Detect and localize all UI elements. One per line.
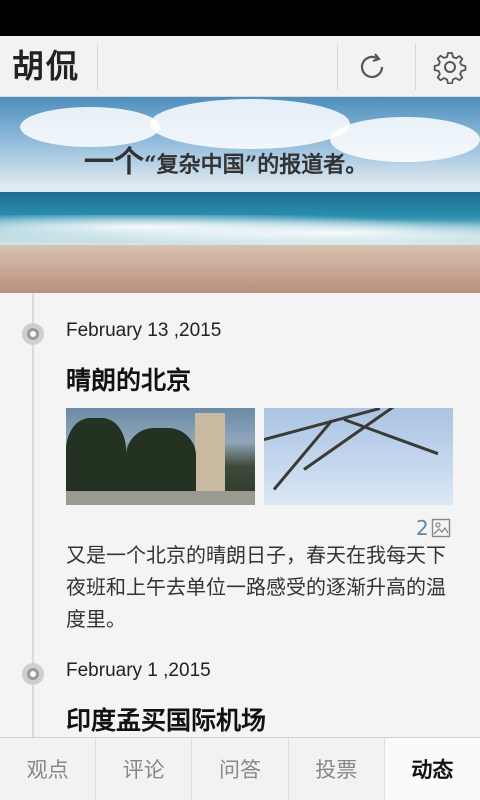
post-date: February 1 ,2015: [66, 660, 211, 681]
app-bar: 胡侃: [0, 36, 480, 97]
photo-tree: [126, 428, 196, 498]
tab-pinglun[interactable]: 评论: [96, 738, 193, 800]
photo-tree: [66, 418, 126, 498]
tab-wenda[interactable]: 问答: [192, 738, 289, 800]
banner-wave: [0, 215, 480, 245]
divider: [415, 44, 416, 90]
photo-building: [195, 413, 225, 493]
post-photo[interactable]: [264, 408, 453, 505]
timeline-feed[interactable]: February 13 ,2015 晴朗的北京 2 又是一个北京的晴朗日子，春天…: [0, 293, 480, 737]
photo-branch: [343, 418, 439, 456]
image-count-badge: 2: [416, 516, 451, 540]
banner-sand: [0, 245, 480, 293]
post-title[interactable]: 印度孟买国际机场: [66, 701, 266, 737]
divider: [337, 44, 338, 90]
image-icon: [431, 518, 450, 538]
post-date: February 13 ,2015: [66, 320, 222, 341]
banner-tagline: 一个“复杂中国”的报道者。: [84, 137, 367, 181]
tagline-rest: “复杂中国”的报道者。: [144, 152, 368, 178]
settings-button[interactable]: [418, 36, 480, 97]
tab-dongtai[interactable]: 动态: [384, 738, 480, 800]
bottom-tab-bar: 观点 评论 问答 投票 动态: [0, 737, 480, 800]
gear-icon: [433, 51, 467, 84]
status-bar: [0, 0, 480, 36]
post-title[interactable]: 晴朗的北京: [66, 361, 191, 397]
refresh-icon: [360, 52, 384, 78]
timeline-dot: [22, 663, 44, 685]
photo-ground: [66, 491, 255, 505]
app-logo: 胡侃: [12, 47, 81, 85]
tagline-lead: 一个: [84, 145, 144, 180]
divider: [97, 44, 98, 90]
header-banner-image: 一个“复杂中国”的报道者。: [0, 97, 480, 293]
post-excerpt[interactable]: 又是一个北京的晴朗日子，春天在我每天下夜班和上午去单位一路感受的逐渐升高的温度里…: [66, 539, 460, 635]
tab-guandian[interactable]: 观点: [0, 738, 97, 800]
post-photo[interactable]: [66, 408, 255, 505]
refresh-button[interactable]: [340, 36, 404, 97]
timeline-dot: [22, 323, 44, 345]
image-count: 2: [416, 516, 429, 540]
tab-toupiao[interactable]: 投票: [289, 738, 385, 800]
